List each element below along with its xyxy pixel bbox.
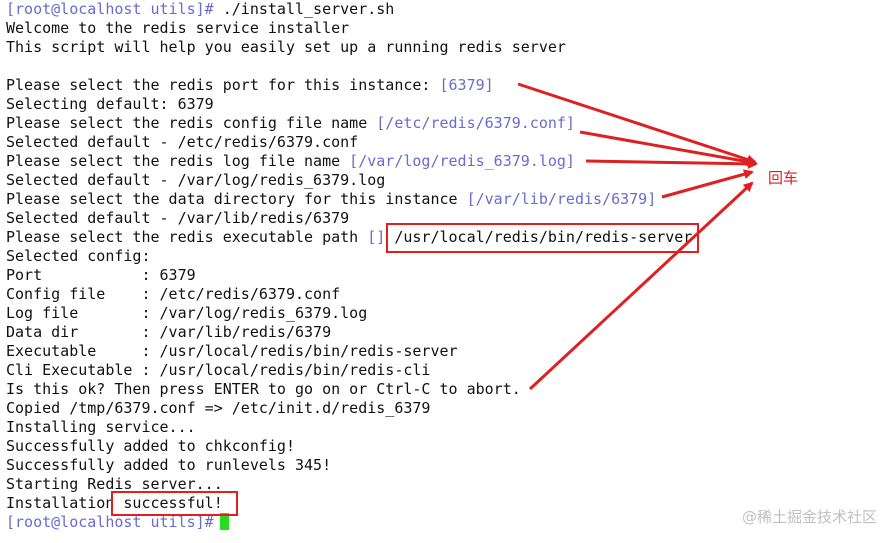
port-default: [6379] (439, 76, 494, 94)
output-installing: Installing service... (6, 418, 196, 436)
shell-prompt: [root@localhost utils]# (6, 0, 214, 18)
output-config-selected: Selected default - /etc/redis/6379.conf (6, 133, 359, 151)
output-welcome: Welcome to the redis service installer (6, 19, 350, 37)
config-data-dir: Data dir : /var/lib/redis/6379 (6, 323, 332, 341)
data-question-text: Please select the data directory for thi… (6, 190, 467, 208)
config-cli-executable: Cli Executable : /usr/local/redis/bin/re… (6, 361, 431, 379)
output-chkconfig: Successfully added to chkconfig! (6, 437, 295, 455)
installation-prefix: Installation (6, 494, 115, 512)
annotation-label: 回车 (768, 169, 799, 187)
command-line: [root@localhost utils]# ./install_server… (6, 0, 394, 19)
executable-path-highlight-box (386, 223, 699, 253)
config-default: [/etc/redis/6379.conf] (376, 114, 575, 132)
output-port-question: Please select the redis port for this in… (6, 76, 494, 95)
output-config-header: Selected config: (6, 247, 151, 265)
output-data-selected: Selected default - /var/lib/redis/6379 (6, 209, 350, 227)
data-default: [/var/lib/redis/6379] (466, 190, 657, 208)
output-log-question: Please select the redis log file name [/… (6, 152, 575, 171)
output-confirm: Is this ok? Then press ENTER to go on or… (6, 380, 521, 398)
config-file: Config file : /etc/redis/6379.conf (6, 285, 341, 303)
port-question-text: Please select the redis port for this in… (6, 76, 440, 94)
log-question-text: Please select the redis log file name (6, 152, 350, 170)
arrow-from-config (579, 130, 757, 167)
config-question-text: Please select the redis config file name (6, 114, 377, 132)
arrow-from-log (585, 158, 758, 169)
output-log-selected: Selected default - /var/log/redis_6379.l… (6, 171, 386, 189)
watermark: @稀土掘金技术社区 (741, 508, 877, 526)
executable-default: [] (367, 228, 386, 246)
output-data-question: Please select the data directory for thi… (6, 190, 656, 209)
arrow-from-data (661, 169, 754, 199)
log-default: [/var/log/redis_6379.log] (349, 152, 575, 170)
output-runlevels: Successfully added to runlevels 345! (6, 456, 332, 474)
config-log-file: Log file : /var/log/redis_6379.log (6, 304, 368, 322)
config-port: Port : 6379 (6, 266, 196, 284)
executable-question-text: Please select the redis executable path (6, 228, 368, 246)
output-port-selected: Selecting default: 6379 (6, 95, 214, 113)
output-config-question: Please select the redis config file name… (6, 114, 575, 133)
successful-highlight-box (111, 491, 238, 516)
command-text: ./install_server.sh (213, 0, 395, 18)
arrow-from-confirm (528, 181, 754, 391)
output-intro: This script will help you easily set up … (6, 38, 566, 56)
config-executable: Executable : /usr/local/redis/bin/redis-… (6, 342, 458, 360)
output-copied: Copied /tmp/6379.conf => /etc/init.d/red… (6, 399, 431, 417)
terminal-window[interactable]: [root@localhost utils]# ./install_server… (0, 0, 891, 543)
